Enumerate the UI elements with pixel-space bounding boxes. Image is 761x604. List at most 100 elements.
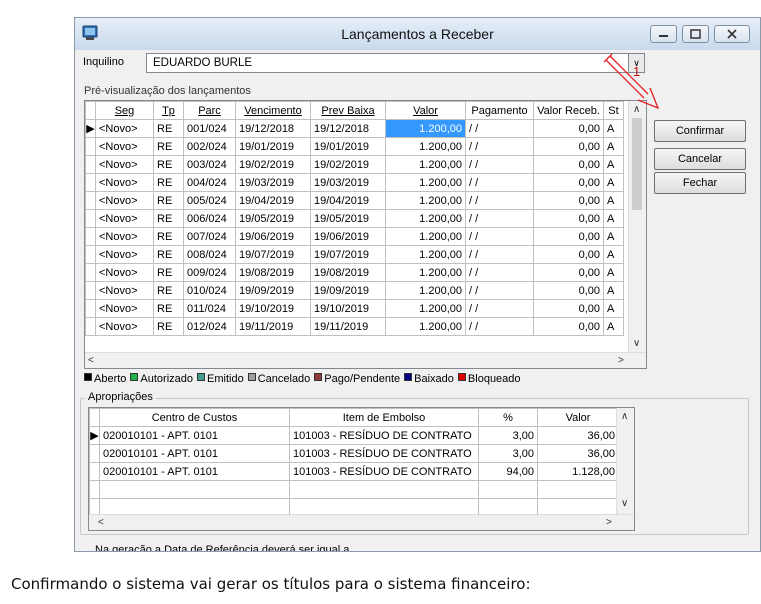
table-cell[interactable] (289, 480, 479, 499)
table-cell[interactable] (478, 480, 538, 499)
table-cell[interactable]: 1.200,00 (385, 137, 466, 156)
table-cell[interactable]: 011/024 (183, 299, 236, 318)
table-cell[interactable]: / / (465, 317, 534, 336)
table-row[interactable]: <Novo> RE 005/024 19/04/2019 19/04/2019 1.200… (85, 191, 624, 210)
table-cell[interactable]: RE (153, 173, 184, 192)
table-cell[interactable]: 19/04/2019 (310, 191, 386, 210)
table-cell[interactable]: / / (465, 227, 534, 246)
table-cell[interactable]: <Novo> (95, 209, 154, 228)
table-cell[interactable]: 36,00 (537, 444, 619, 463)
table-cell[interactable]: 1.200,00 (385, 317, 466, 336)
table-cell[interactable]: 0,00 (533, 227, 604, 246)
table-row[interactable]: <Novo> RE 010/024 19/09/2019 19/09/2019 1.200… (85, 281, 624, 300)
scroll-right-icon[interactable]: > (618, 355, 624, 366)
table-cell[interactable]: 020010101 - APT. 0101 (99, 426, 290, 445)
table-cell[interactable]: 1.200,00 (385, 209, 466, 228)
table-cell[interactable]: 101003 - RESÍDUO DE CONTRATO (289, 444, 479, 463)
table-cell[interactable]: A (603, 137, 624, 156)
scroll-right-icon[interactable]: > (606, 517, 612, 528)
column-header[interactable]: Seg (95, 101, 154, 120)
scroll-down-icon[interactable]: ∨ (621, 498, 628, 509)
table-cell[interactable]: 94,00 (478, 462, 538, 481)
table-cell[interactable]: 0,00 (533, 191, 604, 210)
table-cell[interactable]: 020010101 - APT. 0101 (99, 444, 290, 463)
table-cell[interactable]: 19/05/2019 (235, 209, 311, 228)
table-cell[interactable]: 1.200,00 (385, 191, 466, 210)
table-cell[interactable]: 19/02/2019 (310, 155, 386, 174)
table-cell[interactable]: 3,00 (478, 426, 538, 445)
column-header[interactable]: Centro de Custos (99, 408, 290, 427)
table-cell[interactable]: 1.200,00 (385, 173, 466, 192)
table-row[interactable]: <Novo> RE 002/024 19/01/2019 19/01/2019 1.200… (85, 137, 624, 156)
table-cell[interactable]: 001/024 (183, 119, 236, 138)
table-cell[interactable]: 19/06/2019 (235, 227, 311, 246)
table-cell[interactable]: RE (153, 263, 184, 282)
table-cell[interactable]: 006/024 (183, 209, 236, 228)
table-row[interactable]: 020010101 - APT. 0101 101003 - RESÍDUO DE… (89, 462, 619, 481)
table-cell[interactable]: <Novo> (95, 317, 154, 336)
preview-vertical-scrollbar[interactable]: ∧ ∨ (628, 101, 646, 353)
table-cell[interactable]: / / (465, 119, 534, 138)
confirmar-button[interactable]: Confirmar (654, 120, 746, 142)
table-row[interactable]: <Novo> RE 012/024 19/11/2019 19/11/2019 1.200… (85, 317, 624, 336)
table-cell[interactable]: A (603, 317, 624, 336)
table-cell[interactable]: 19/03/2019 (235, 173, 311, 192)
cancelar-button[interactable]: Cancelar (654, 148, 746, 170)
scroll-left-icon[interactable]: < (98, 517, 104, 528)
table-cell[interactable]: 009/024 (183, 263, 236, 282)
table-row[interactable]: <Novo> RE 003/024 19/02/2019 19/02/2019 1.200… (85, 155, 624, 174)
table-cell[interactable]: 0,00 (533, 299, 604, 318)
table-cell[interactable]: 1.200,00 (385, 263, 466, 282)
table-cell[interactable]: 0,00 (533, 155, 604, 174)
table-row[interactable]: 020010101 - APT. 0101 101003 - RESÍDUO DE… (89, 444, 619, 463)
table-cell[interactable]: RE (153, 227, 184, 246)
table-cell[interactable]: / / (465, 137, 534, 156)
table-cell[interactable]: 1.200,00 (385, 119, 466, 138)
table-cell[interactable]: 007/024 (183, 227, 236, 246)
table-cell[interactable]: 008/024 (183, 245, 236, 264)
apropriacoes-vertical-scrollbar[interactable]: ∧ ∨ (616, 408, 634, 514)
table-cell[interactable]: / / (465, 281, 534, 300)
table-cell[interactable]: 0,00 (533, 281, 604, 300)
table-row[interactable]: <Novo> RE 011/024 19/10/2019 19/10/2019 1.200… (85, 299, 624, 318)
table-cell[interactable]: 19/04/2019 (235, 191, 311, 210)
table-cell[interactable]: 19/09/2019 (235, 281, 311, 300)
table-row[interactable]: ▶ <Novo> RE 001/024 19/12/2018 19/12/2018 1.20… (85, 119, 624, 138)
table-cell[interactable]: A (603, 281, 624, 300)
table-cell[interactable]: 1.200,00 (385, 281, 466, 300)
inquilino-field[interactable]: EDUARDO BURLE (146, 53, 642, 73)
table-cell[interactable]: 0,00 (533, 137, 604, 156)
scroll-left-icon[interactable]: < (88, 355, 94, 366)
table-cell[interactable]: 0,00 (533, 209, 604, 228)
table-cell[interactable]: 012/024 (183, 317, 236, 336)
table-cell[interactable]: A (603, 155, 624, 174)
table-cell[interactable]: 19/07/2019 (235, 245, 311, 264)
table-row[interactable]: <Novo> RE 006/024 19/05/2019 19/05/2019 1.200… (85, 209, 624, 228)
table-cell[interactable]: RE (153, 281, 184, 300)
table-row[interactable]: <Novo> RE 004/024 19/03/2019 19/03/2019 1.200… (85, 173, 624, 192)
table-cell[interactable]: A (603, 209, 624, 228)
table-cell[interactable]: A (603, 119, 624, 138)
table-cell[interactable]: 19/02/2019 (235, 155, 311, 174)
table-cell[interactable]: 005/024 (183, 191, 236, 210)
table-cell[interactable]: 010/024 (183, 281, 236, 300)
table-cell[interactable]: 101003 - RESÍDUO DE CONTRATO (289, 426, 479, 445)
column-header[interactable]: Tp (153, 101, 184, 120)
scroll-up-icon[interactable]: ∧ (621, 411, 628, 422)
table-cell[interactable]: 0,00 (533, 173, 604, 192)
table-cell[interactable]: <Novo> (95, 155, 154, 174)
column-header[interactable]: Valor (537, 408, 619, 427)
column-header[interactable]: % (478, 408, 538, 427)
close-button[interactable] (714, 25, 750, 43)
scrollbar-thumb[interactable] (632, 118, 642, 210)
table-cell[interactable]: 0,00 (533, 263, 604, 282)
table-cell[interactable]: RE (153, 191, 184, 210)
preview-grid[interactable]: Seg Tp Parc Vencimento Prev Baixa Valor Pagame… (84, 100, 647, 369)
table-cell[interactable]: 101003 - RESÍDUO DE CONTRATO (289, 462, 479, 481)
table-row[interactable]: <Novo> RE 009/024 19/08/2019 19/08/2019 1.200… (85, 263, 624, 282)
table-cell[interactable]: 19/06/2019 (310, 227, 386, 246)
apropriacoes-grid[interactable]: Centro de Custos Item de Embolso% Valor ▶ 0… (88, 407, 635, 531)
table-cell[interactable]: <Novo> (95, 191, 154, 210)
column-header[interactable]: Item de Embolso (289, 408, 479, 427)
table-cell[interactable]: 19/05/2019 (310, 209, 386, 228)
